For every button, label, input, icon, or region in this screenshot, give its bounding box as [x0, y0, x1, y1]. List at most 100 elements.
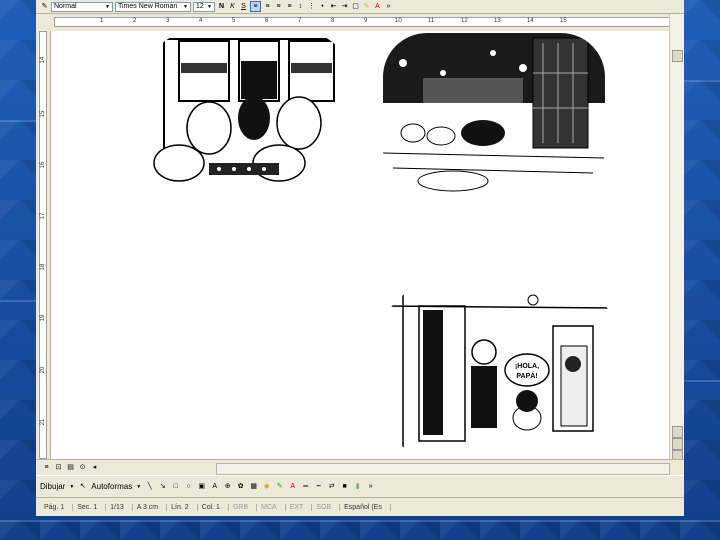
underline-button[interactable]: S: [239, 2, 248, 11]
increase-indent-icon[interactable]: ⇥: [340, 2, 349, 11]
wordart-icon[interactable]: A: [210, 482, 219, 491]
status-section: Sec. 1: [73, 503, 107, 511]
ruler-number: 12: [461, 18, 468, 24]
status-bar: Pág. 1 Sec. 1 1/13 A 3 cm Lín. 2 Col. 1 …: [36, 497, 684, 516]
chevron-down-icon: ▼: [105, 3, 110, 10]
oval-icon[interactable]: ○: [184, 482, 193, 491]
highlight-icon[interactable]: ✎: [362, 2, 371, 11]
view-buttons-bar: ≡ ⊡ ▤ ⊙ ◂: [36, 459, 684, 475]
status-page: Pág. 1: [40, 503, 74, 511]
font-select[interactable]: Times New Roman ▼: [115, 1, 191, 12]
style-value: Normal: [54, 2, 77, 10]
status-pages: 1/13: [106, 503, 133, 511]
clipart-icon[interactable]: ✿: [236, 482, 245, 491]
chevron-down-icon: ▼: [207, 3, 212, 10]
ruler-number: 19: [40, 314, 46, 322]
ruler-number: 1: [100, 18, 104, 24]
vertical-ruler[interactable]: 14 15 16 17 18 19 20 21: [36, 31, 51, 459]
previous-page-button[interactable]: [672, 426, 683, 438]
font-color-icon[interactable]: A: [373, 2, 382, 11]
arrow-style-icon[interactable]: ⇄: [327, 482, 336, 491]
comic-panel-hola-papa: ¡HOLA, PAPÁ!: [383, 286, 615, 456]
horizontal-ruler[interactable]: 1 2 3 4 5 6 7 8 9 10 11 12 13 14 15: [36, 14, 684, 32]
dash-style-icon[interactable]: ┅: [314, 482, 323, 491]
comic-panel-tram: [149, 33, 347, 193]
ruler-number: 17: [40, 212, 46, 220]
word-window: ✎ Normal ▼ Times New Roman ▼ 12 ▼ N K S ≡ ≡…: [36, 0, 684, 516]
status-language[interactable]: Español (Es: [340, 503, 391, 511]
street-illustration: [383, 33, 605, 193]
align-center-icon[interactable]: ≡: [263, 2, 272, 11]
bullets-icon[interactable]: •: [318, 2, 327, 11]
comic-panel-street: [383, 33, 605, 193]
align-right-icon[interactable]: ≡: [274, 2, 283, 11]
italic-button[interactable]: K: [228, 2, 237, 11]
toolbar-options-icon[interactable]: »: [366, 482, 375, 491]
picture-icon[interactable]: ▦: [249, 482, 258, 491]
horizontal-scrollbar[interactable]: [216, 463, 670, 475]
ruler-number: 16: [40, 161, 46, 169]
align-left-icon[interactable]: ≡: [250, 1, 261, 12]
font-size-select[interactable]: 12 ▼: [193, 1, 215, 12]
rectangle-icon[interactable]: □: [171, 482, 180, 491]
font-size-value: 12: [196, 2, 204, 10]
style-select[interactable]: Normal ▼: [51, 1, 113, 12]
status-line: Lín. 2: [167, 503, 198, 511]
line-color-icon[interactable]: ✎: [275, 482, 284, 491]
ruler-number: 11: [428, 18, 435, 24]
numbering-icon[interactable]: ⋮: [307, 2, 316, 11]
ruler-number: 14: [527, 18, 534, 24]
font-color-icon[interactable]: A: [288, 482, 297, 491]
diagram-icon[interactable]: ⊕: [223, 482, 232, 491]
status-rec[interactable]: GRB: [229, 503, 258, 511]
status-track[interactable]: MCA: [257, 503, 286, 511]
line-spacing-icon[interactable]: ↕: [296, 2, 305, 11]
justify-icon[interactable]: ≡: [285, 2, 294, 11]
line-icon[interactable]: ╲: [145, 482, 154, 491]
ruler-number: 21: [40, 418, 46, 426]
3d-icon[interactable]: ▮: [353, 482, 362, 491]
scrollbar-thumb[interactable]: [672, 50, 683, 62]
ruler-strip: [39, 31, 47, 459]
speech-bubble-line2: PAPÁ!: [516, 371, 537, 380]
ruler-number: 3: [166, 18, 170, 24]
decrease-indent-icon[interactable]: ⇤: [329, 2, 338, 11]
browse-object-button[interactable]: [672, 438, 683, 450]
shadow-icon[interactable]: ■: [340, 482, 349, 491]
toolbar-options-icon[interactable]: »: [384, 2, 393, 11]
chevron-down-icon: ▼: [183, 3, 188, 10]
ruler-number: 6: [265, 18, 269, 24]
arrow-icon[interactable]: ↘: [158, 482, 167, 491]
ruler-number: 18: [40, 263, 46, 271]
textbox-icon[interactable]: ▣: [197, 482, 206, 491]
draw-menu-button[interactable]: Dibujar: [40, 482, 65, 491]
bold-button[interactable]: N: [217, 2, 226, 11]
status-col: Col. 1: [198, 503, 229, 511]
select-arrow-icon[interactable]: ↖: [78, 482, 87, 491]
ruler-number: 4: [199, 18, 203, 24]
ruler-number: 20: [40, 366, 46, 374]
hola-papa-illustration: ¡HOLA, PAPÁ!: [383, 286, 615, 456]
print-view-icon[interactable]: ▤: [66, 463, 75, 472]
ruler-number: 13: [494, 18, 501, 24]
drawing-toolbar: Dibujar ▼ ↖ Autoformas ▼ ╲ ↘ □ ○ ▣ A ⊕ ✿…: [36, 475, 684, 497]
status-at: A 3 cm: [133, 503, 168, 511]
reading-view-icon[interactable]: ◂: [90, 463, 99, 472]
ruler-number: 10: [395, 18, 402, 24]
normal-view-icon[interactable]: ≡: [42, 463, 51, 472]
document-page[interactable]: ¡HOLA, PAPÁ!: [51, 31, 670, 459]
border-icon[interactable]: ▢: [351, 2, 360, 11]
formatting-toolbar: ✎ Normal ▼ Times New Roman ▼ 12 ▼ N K S ≡ ≡…: [36, 0, 684, 14]
styles-pane-icon[interactable]: ✎: [40, 2, 49, 11]
speech-bubble-line1: ¡HOLA,: [515, 363, 539, 370]
autoshapes-menu-button[interactable]: Autoformas: [91, 482, 132, 491]
web-view-icon[interactable]: ⊡: [54, 463, 63, 472]
outline-view-icon[interactable]: ⊙: [78, 463, 87, 472]
ruler-number: 9: [364, 18, 368, 24]
status-ext[interactable]: EXT: [286, 503, 313, 511]
ruler-number: 7: [298, 18, 302, 24]
status-ovr[interactable]: SOB: [312, 503, 341, 511]
line-style-icon[interactable]: ═: [301, 482, 310, 491]
fill-color-icon[interactable]: ◆: [262, 482, 271, 491]
vertical-scrollbar[interactable]: [669, 14, 684, 462]
